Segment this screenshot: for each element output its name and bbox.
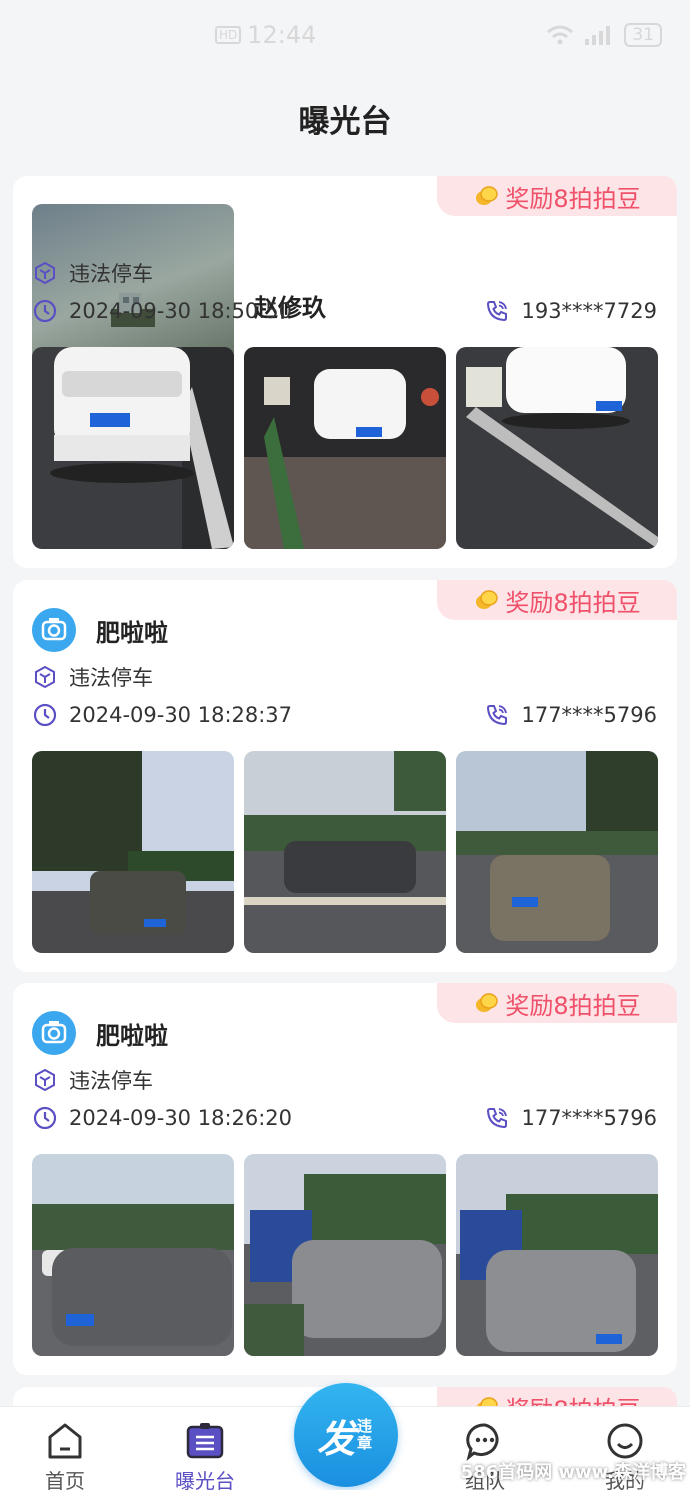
avatar[interactable] (32, 608, 76, 652)
phone-number: 193****7729 (521, 299, 657, 323)
status-time: 12:44 (247, 21, 317, 49)
coin-icon (476, 993, 499, 1012)
avatar[interactable] (32, 1011, 76, 1055)
evidence-photo[interactable] (244, 1154, 446, 1356)
wifi-icon (547, 25, 574, 45)
coin-icon (476, 186, 499, 205)
phone-icon (487, 1108, 508, 1129)
report-violation-button[interactable]: 发 违章 (294, 1383, 398, 1487)
post-time: 2024-09-30 18:50:50 (69, 299, 293, 323)
photo-grid (32, 347, 658, 549)
clock-icon (33, 1106, 57, 1130)
evidence-photo[interactable] (456, 347, 658, 549)
reward-text: 奖励8拍拍豆 (505, 991, 641, 1020)
user-name: 肥啦啦 (96, 618, 168, 647)
reward-badge: 奖励8拍拍豆 (437, 176, 677, 216)
exposure-card[interactable]: 奖励8拍拍豆 赵修玖 违法停车 2024-09-30 18:50:50 193*… (13, 176, 677, 568)
home-icon (48, 1423, 82, 1459)
clock-icon (33, 299, 57, 323)
photo-grid (32, 1154, 658, 1356)
phone-number: 177****5796 (521, 703, 657, 727)
post-time: 2024-09-30 18:26:20 (69, 1106, 293, 1130)
exposure-card[interactable]: 奖励8拍拍豆 肥啦啦 违法停车 2024-09-30 18:26:20 177*… (13, 983, 677, 1375)
evidence-photo[interactable] (32, 1154, 234, 1356)
phone-contact[interactable]: 177****5796 (485, 1106, 657, 1130)
chat-bubble-icon (466, 1423, 499, 1461)
violation-type: 违法停车 (69, 1069, 153, 1093)
phone-icon (487, 301, 508, 322)
tab-home-label: 首页 (45, 1469, 85, 1490)
watermark: 586首码网 www.森洋博客 (460, 1462, 686, 1483)
camera-icon (41, 618, 67, 641)
hd-badge: HD (215, 26, 242, 44)
phone-icon (487, 705, 508, 726)
smile-icon (607, 1423, 643, 1459)
reward-text: 奖励8拍拍豆 (505, 184, 641, 213)
photo-grid (32, 751, 658, 953)
evidence-photo[interactable] (456, 1154, 658, 1356)
phone-contact[interactable]: 177****5796 (485, 703, 657, 727)
category-icon (35, 1068, 55, 1092)
evidence-photo[interactable] (244, 751, 446, 953)
fab-main-label: 发 (316, 1416, 355, 1461)
signal-icon (585, 26, 611, 45)
category-icon (35, 261, 55, 285)
violation-type: 违法停车 (69, 262, 153, 286)
camera-icon (41, 1021, 67, 1044)
tab-home[interactable]: 首页 (10, 1421, 120, 1490)
reward-badge: 奖励8拍拍豆 (437, 580, 677, 620)
user-name: 肥啦啦 (96, 1021, 168, 1050)
coin-icon (476, 590, 499, 609)
phone-contact[interactable]: 193****7729 (485, 299, 657, 323)
exposure-card[interactable]: 奖励8拍拍豆 肥啦啦 违法停车 2024-09-30 18:28:37 177*… (13, 580, 677, 972)
violation-type: 违法停车 (69, 666, 153, 690)
battery-indicator: 31 (624, 23, 662, 47)
evidence-photo[interactable] (456, 751, 658, 953)
status-bar: HD 12:44 31 (0, 0, 690, 70)
phone-number: 177****5796 (521, 1106, 657, 1130)
exposure-board-icon (186, 1423, 224, 1459)
evidence-photo[interactable] (32, 347, 234, 549)
evidence-photo[interactable] (32, 751, 234, 953)
clock-icon (33, 703, 57, 727)
tab-exposure[interactable]: 曝光台 (150, 1421, 260, 1490)
reward-text: 奖励8拍拍豆 (505, 588, 641, 617)
category-icon (35, 665, 55, 689)
post-time: 2024-09-30 18:28:37 (69, 703, 293, 727)
evidence-photo[interactable] (244, 347, 446, 549)
reward-badge: 奖励8拍拍豆 (437, 983, 677, 1023)
fab-sub-label: 违章 (357, 1417, 373, 1452)
tab-exposure-label: 曝光台 (175, 1469, 235, 1490)
page-title: 曝光台 (298, 104, 392, 140)
